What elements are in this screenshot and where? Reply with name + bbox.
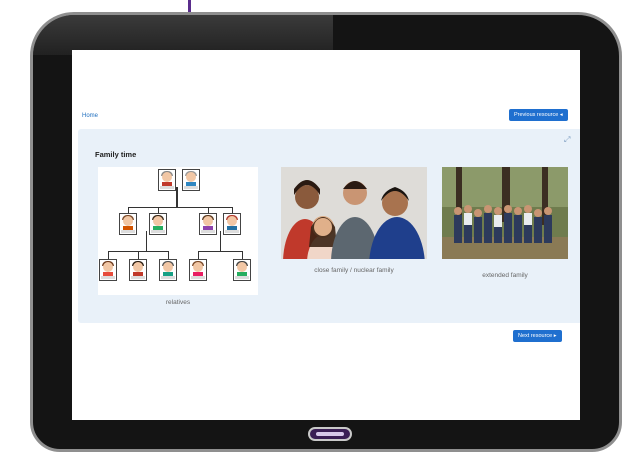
- caption-nuclear-family: close family / nuclear family: [314, 267, 394, 274]
- home-link[interactable]: Home: [82, 113, 98, 119]
- tree-person: [223, 213, 241, 235]
- tree-person: [189, 259, 207, 281]
- bezel-highlight: [33, 15, 333, 55]
- tree-person: [233, 259, 251, 281]
- tablet-device: Home Previous resource ◂ Family time ⤢ r…: [30, 12, 622, 452]
- family-tree-image: [98, 167, 258, 295]
- extended-family-photo: [442, 167, 568, 259]
- nuclear-family-photo: [281, 167, 427, 259]
- next-resource-button[interactable]: Next resource ▸: [513, 330, 562, 342]
- tree-person: [149, 213, 167, 235]
- tree-person: [119, 213, 137, 235]
- tablet-home-button[interactable]: [308, 427, 352, 441]
- tree-person: [158, 169, 176, 191]
- expand-icon[interactable]: ⤢: [564, 135, 570, 145]
- tree-person: [129, 259, 147, 281]
- caption-extended-family: extended family: [482, 272, 528, 279]
- card-title: Family time: [95, 150, 137, 159]
- tree-person: [159, 259, 177, 281]
- resource-card: Family time ⤢ relatives close family / n…: [78, 129, 580, 323]
- tree-person: [199, 213, 217, 235]
- tree-person: [99, 259, 117, 281]
- tree-person: [182, 169, 200, 191]
- tablet-screen: Home Previous resource ◂ Family time ⤢ r…: [72, 50, 580, 420]
- caption-relatives: relatives: [165, 299, 191, 306]
- previous-resource-button[interactable]: Previous resource ◂: [509, 109, 568, 121]
